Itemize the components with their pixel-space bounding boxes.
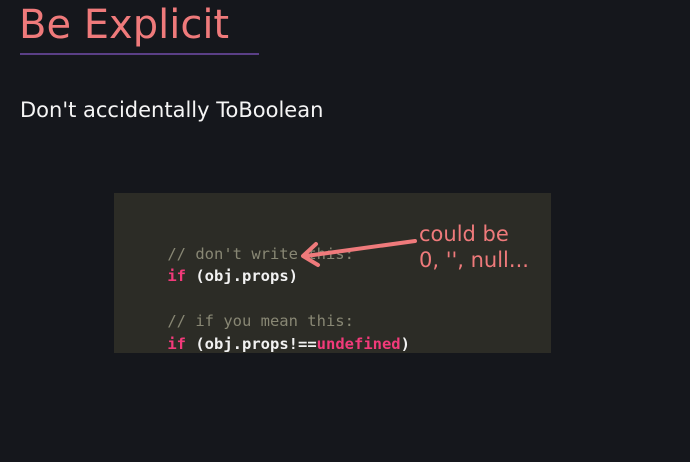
annotation-line-2: 0, '', null... <box>419 248 529 272</box>
title-underline <box>20 53 259 55</box>
left-arrow-icon <box>301 239 417 267</box>
code-keyword-undefined: undefined <box>316 335 401 353</box>
slide-title: Be Explicit <box>19 2 230 48</box>
code-close-paren: ) <box>400 335 410 353</box>
code-expression: (obj.props!== <box>186 335 317 353</box>
annotation: could be 0, '', null... <box>419 221 529 273</box>
annotation-line-1: could be <box>419 222 509 246</box>
code-keyword-if: if <box>167 335 186 353</box>
code-line-if-undefined: if (obj.props!==undefined) <box>130 311 410 377</box>
code-keyword-if: if <box>167 267 186 285</box>
code-expression: (obj.props) <box>186 267 298 285</box>
slide-subtitle: Don't accidentally ToBoolean <box>20 98 324 122</box>
